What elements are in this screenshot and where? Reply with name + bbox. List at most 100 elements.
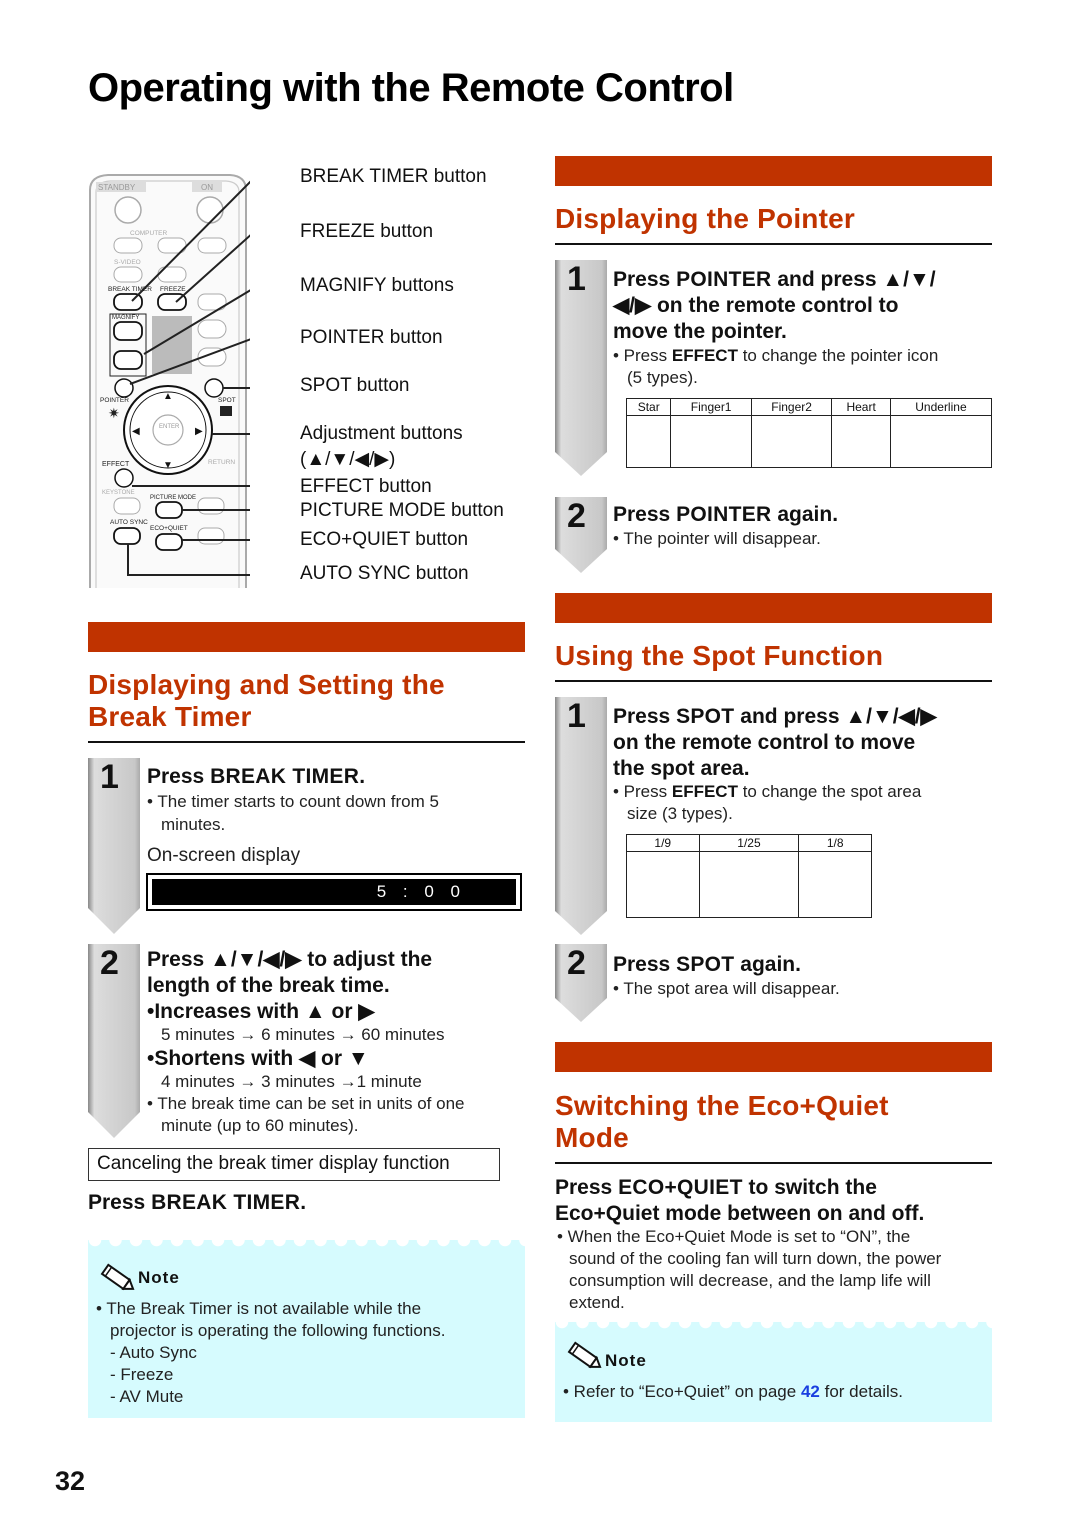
svg-text:ON: ON [201,183,213,192]
bullet-text: • When the Eco+Quiet Mode is set to “ON”… [557,1227,911,1246]
bullet-text-cont: minute (up to 60 minutes). [161,1116,359,1135]
pointer-type-label: Heart [831,398,891,416]
step-marker-1: 1 [88,758,140,934]
cancel-instruction: Press BREAK TIMER. [88,1191,307,1214]
callout-auto-sync-button: AUTO SYNC button [300,563,469,584]
osd-label: On-screen display [147,845,301,866]
callout-effect-button: EFFECT button [300,476,432,497]
callout-break-timer-button: BREAK TIMER button [300,166,487,187]
section-rule [555,243,992,245]
remote-control-illustration: STANDBY ON COMPUTER S-VIDEO BREAK TIMER … [88,170,298,588]
effect-button [114,468,134,488]
pencil-icon [98,1262,138,1301]
note-line: • Refer to “Eco+Quiet” on page 42 for de… [563,1382,904,1401]
svg-text:KEYSTONE: KEYSTONE [102,490,135,496]
callout-adjustment-arrows: (▲/▼/◀/▶) [300,449,396,470]
page-title: Operating with the Remote Control [88,66,734,110]
svg-text:MAGNIFY: MAGNIFY [112,315,139,321]
step-heading-line1: Press SPOT and press ▲/▼/◀/▶ [613,705,937,728]
svg-text:PICTURE MODE: PICTURE MODE [150,495,196,501]
page-link[interactable]: 42 [801,1382,820,1401]
bullet-text: • Press EFFECT to change the pointer ico… [613,346,939,365]
step-heading-line1: Press ▲/▼/◀/▶ to adjust the [147,948,433,971]
section-rule [555,680,992,682]
note-box-eco-quiet: Note • Refer to “Eco+Quiet” on page 42 f… [555,1322,992,1422]
svg-text:▼: ▼ [163,460,173,471]
pointer-type-label: Finger2 [750,398,833,416]
spot-button [204,378,224,398]
svg-text:◀: ◀ [132,426,140,437]
svg-text:POINTER: POINTER [100,397,129,404]
callout-adjustment-buttons: Adjustment buttons [300,423,463,444]
svg-text:▲: ▲ [163,391,173,402]
svg-text:FREEZE: FREEZE [160,286,186,293]
svg-text:ECO+QUIET: ECO+QUIET [150,525,188,532]
note-label: Note [138,1268,180,1287]
svg-text:▶: ▶ [195,426,203,437]
pointer-type-label: Star [625,398,672,416]
standby-button [114,196,142,224]
eco-quiet-button [155,533,183,551]
step-marker-2: 2 [88,944,140,1138]
enter-button [152,414,184,446]
increase-sequence: 5 minutes → 6 minutes → 60 minutes [161,1025,445,1044]
step-marker-1: 1 [555,260,607,476]
step-heading-line1: Press POINTER and press ▲/▼/ [613,268,936,291]
eco-quiet-heading-line1: Press ECO+QUIET to switch the [555,1176,877,1199]
step-number: 2 [567,944,586,982]
spot-size-label: 1/9 [626,834,700,852]
svg-text:RETURN: RETURN [208,459,235,466]
bullet-text: • The timer starts to count down from 5 [147,792,439,811]
osd-timer-value: 5 : 0 0 [152,879,516,905]
callout-picture-mode-button: PICTURE MODE button [300,500,504,521]
step-number: 1 [567,697,586,735]
standby-label: STANDBY [98,183,136,192]
svg-text:COMPUTER: COMPUTER [130,230,168,237]
svg-text:S-VIDEO: S-VIDEO [114,259,141,266]
step-number: 2 [567,497,586,535]
step-number: 1 [567,260,586,298]
callout-freeze-button: FREEZE button [300,221,434,242]
bullet-text-cont: minutes. [161,815,226,834]
on-screen-display: 5 : 0 0 [146,873,522,911]
svg-text:EFFECT: EFFECT [102,461,130,468]
bullet-text: • The spot area will disappear. [613,979,840,998]
bullet-text-cont: sound of the cooling fan will turn down,… [569,1249,942,1268]
callout-spot-button: SPOT button [300,375,410,396]
bullet-text-cont: size (3 types). [627,804,733,823]
section-title-pointer: Displaying the Pointer [555,203,855,234]
svg-text:ENTER: ENTER [159,424,180,430]
step-marker-2: 2 [555,944,607,1022]
bullet-text: • The break time can be set in units of … [147,1094,465,1113]
spot-sizes-table: 1/9 1/25 1/8 [626,834,872,918]
on-button [196,196,224,224]
cancel-box: Canceling the break timer display functi… [88,1148,500,1181]
step-number: 1 [100,758,119,796]
section-bar-break-timer [88,622,525,652]
step-heading-line2: on the remote control to move [613,731,916,754]
callout-pointer-button: POINTER button [300,327,443,348]
note-list-item: - AV Mute [110,1387,184,1406]
pencil-icon [565,1340,605,1379]
step-number: 2 [100,944,119,982]
step-heading-line2: length of the break time. [147,974,390,997]
section-bar-eco-quiet [555,1042,992,1072]
section-title-spot: Using the Spot Function [555,640,884,671]
note-box-break-timer: Note • The Break Timer is not available … [88,1240,525,1418]
bullet-text: • The pointer will disappear. [613,529,821,548]
shorten-sequence: 4 minutes → 3 minutes →1 minute [161,1072,422,1091]
svg-text:✷: ✷ [108,405,120,421]
section-title-eco-quiet: Switching the Eco+Quiet Mode [555,1090,889,1153]
pointer-type-label: Finger1 [670,398,752,416]
note-line: • The Break Timer is not available while… [96,1299,422,1318]
section-bar-pointer [555,156,992,186]
section-bar-spot [555,593,992,623]
note-list-item: - Freeze [110,1365,174,1384]
note-list-item: - Auto Sync [110,1343,197,1362]
page-number: 32 [55,1466,86,1496]
bullet-text: • Press EFFECT to change the spot area [613,782,922,801]
step-heading: Press POINTER again. [613,503,839,526]
step-heading-line3: move the pointer. [613,320,787,343]
spot-size-label: 1/8 [798,834,872,852]
bullet-text-cont: consumption will decrease, and the lamp … [569,1271,931,1290]
